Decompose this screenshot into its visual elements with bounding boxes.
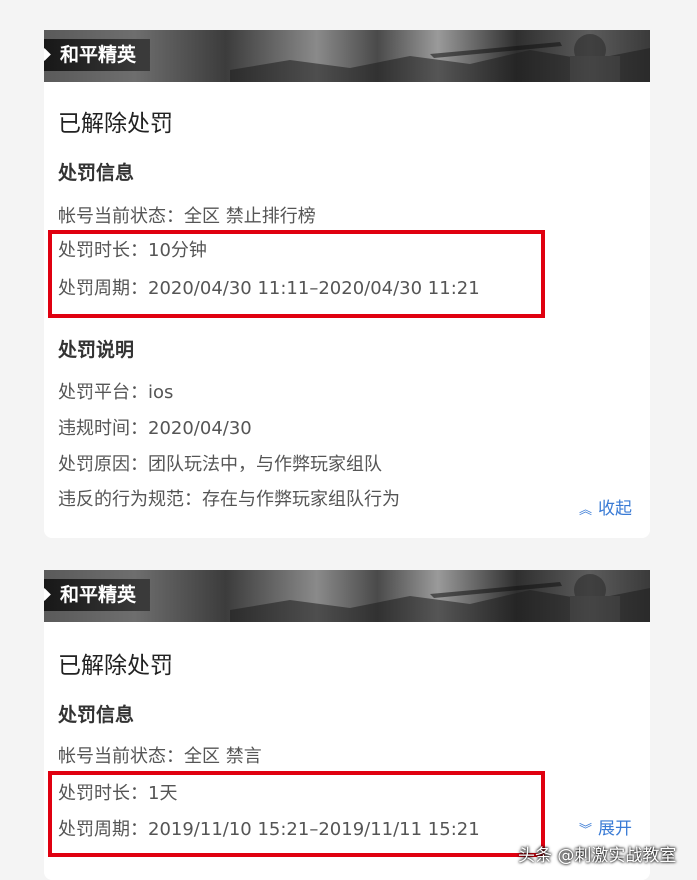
highlight-box	[48, 771, 545, 857]
account-state-text: 帐号当前状态：全区 禁言	[58, 746, 262, 767]
penalty-platform-text: 处罚平台：ios	[58, 382, 174, 403]
chevron-down-double-icon: ︾	[578, 823, 592, 838]
status-title: 已解除处罚	[58, 653, 173, 679]
game-name: 和平精英	[44, 39, 151, 71]
banner-artwork-icon	[230, 34, 650, 82]
status-title: 已解除处罚	[58, 111, 173, 137]
penalty-info-heading: 处罚信息	[58, 704, 135, 726]
expand-label: 展开	[598, 819, 632, 839]
violated-rule-text: 违反的行为规范：存在与作弊玩家组队行为	[58, 489, 400, 510]
banner-artwork-icon	[230, 574, 650, 622]
expand-button[interactable]: ︾ 展开	[579, 814, 632, 839]
game-name: 和平精英	[44, 579, 151, 611]
penalty-reason-text: 处罚原因：团队玩法中，与作弊玩家组队	[58, 454, 382, 475]
game-banner: 和平精英	[44, 30, 650, 82]
collapse-button[interactable]: ︽ 收起	[579, 494, 632, 519]
collapse-label: 收起	[598, 499, 632, 519]
violation-time-text: 违规时间：2020/04/30	[58, 418, 252, 439]
penalty-desc-heading: 处罚说明	[58, 339, 135, 361]
game-banner: 和平精英	[44, 570, 650, 622]
account-state-text: 帐号当前状态：全区 禁止排行榜	[58, 206, 316, 227]
penalty-info-heading: 处罚信息	[58, 162, 135, 184]
chevron-up-double-icon: ︽	[578, 503, 592, 518]
watermark: 头条 @刺激实战教室	[518, 846, 677, 866]
highlight-box	[48, 230, 545, 318]
